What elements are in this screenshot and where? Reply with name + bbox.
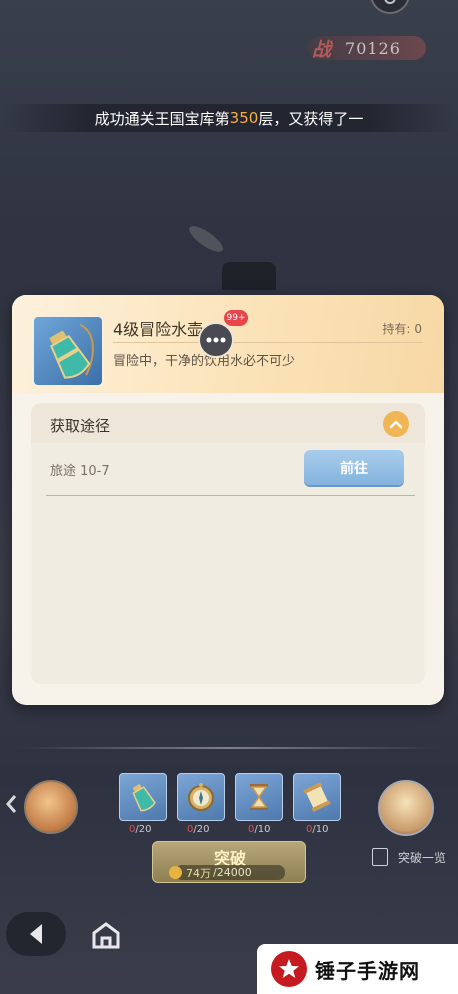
- item-info-popup: 4级冒险水壶 持有: 0 冒险中，干净的饮用水必不可少 获取途径 旅途 10-7 …: [12, 295, 444, 705]
- material-need-2: /20: [193, 824, 210, 835]
- material-slot-4[interactable]: [293, 773, 341, 821]
- chevron-up-icon: [389, 420, 403, 429]
- gold-cost: /24000: [213, 866, 252, 879]
- previous-hero-button[interactable]: [4, 793, 18, 821]
- back-button[interactable]: [6, 912, 66, 956]
- background-hat: [222, 262, 276, 290]
- water-flask-icon: [49, 324, 94, 379]
- gold-coin-icon: [169, 866, 182, 879]
- collapse-button[interactable]: [383, 411, 409, 437]
- breakthrough-button[interactable]: 突破 74万 /24000: [152, 841, 306, 883]
- home-button[interactable]: [85, 915, 127, 955]
- source-divider: [46, 495, 415, 496]
- announcement-banner: 成功通关王国宝库第 350 层，又获得了一: [0, 104, 458, 132]
- material-need-3: /10: [254, 824, 271, 835]
- back-arrow-icon: [30, 924, 42, 944]
- gear-icon: [384, 0, 396, 4]
- hero-portrait-left[interactable]: [24, 780, 78, 834]
- item-thumbnail: [32, 315, 104, 387]
- material-count-4: 0/10: [306, 824, 328, 835]
- breakthrough-cost: 74万 /24000: [169, 865, 285, 880]
- compass-icon: [188, 783, 214, 811]
- material-slot-1[interactable]: [119, 773, 167, 821]
- material-count-2: 0/20: [187, 824, 209, 835]
- source-location: 旅途 10-7: [50, 464, 110, 479]
- owned-value: 0: [414, 322, 422, 336]
- ellipsis-icon: [206, 337, 226, 343]
- overview-label: 突破一览: [398, 850, 447, 865]
- sources-panel: 获取途径 旅途 10-7 前往: [31, 403, 425, 684]
- announcement-suffix: 层，又获得了一: [258, 109, 364, 128]
- header-divider: [113, 342, 423, 343]
- water-flask-icon: [132, 783, 156, 812]
- announcement-prefix: 成功通关王国宝库第: [94, 109, 230, 128]
- star-logo-icon: [271, 951, 307, 987]
- owned-label: 持有:: [382, 322, 411, 336]
- chevron-left-icon: [6, 795, 17, 813]
- breakthrough-overview-button[interactable]: 突破一览: [372, 848, 446, 866]
- gold-owned: 74万: [186, 866, 211, 880]
- chat-badge: 99+: [224, 310, 248, 326]
- sources-title: 获取途径: [50, 417, 111, 435]
- announcement-floor: 350: [229, 109, 259, 127]
- list-icon: [372, 848, 388, 866]
- chat-button[interactable]: [198, 322, 234, 358]
- material-need-4: /10: [312, 824, 329, 835]
- site-watermark: 锤子手游网: [257, 944, 458, 994]
- material-need-1: /20: [135, 824, 152, 835]
- item-name: 4级冒险水壶: [113, 320, 204, 339]
- background-feather: [185, 221, 227, 257]
- combat-power-display: 战 70126: [308, 36, 426, 61]
- combat-power-value: 70126: [345, 38, 401, 58]
- hourglass-icon: [250, 784, 268, 810]
- combat-power-label: 战: [312, 38, 332, 61]
- material-slot-3[interactable]: [235, 773, 283, 821]
- go-to-button[interactable]: 前往: [304, 450, 404, 485]
- section-divider: [18, 747, 440, 749]
- material-slot-2[interactable]: [177, 773, 225, 821]
- material-count-1: 0/20: [129, 824, 151, 835]
- item-owned: 持有: 0: [378, 320, 422, 337]
- scroll-icon: [303, 782, 331, 812]
- hero-portrait-right[interactable]: [378, 780, 434, 836]
- settings-button[interactable]: [370, 0, 410, 14]
- watermark-text: 锤子手游网: [315, 958, 420, 983]
- home-icon: [92, 922, 120, 949]
- material-count-3: 0/10: [248, 824, 270, 835]
